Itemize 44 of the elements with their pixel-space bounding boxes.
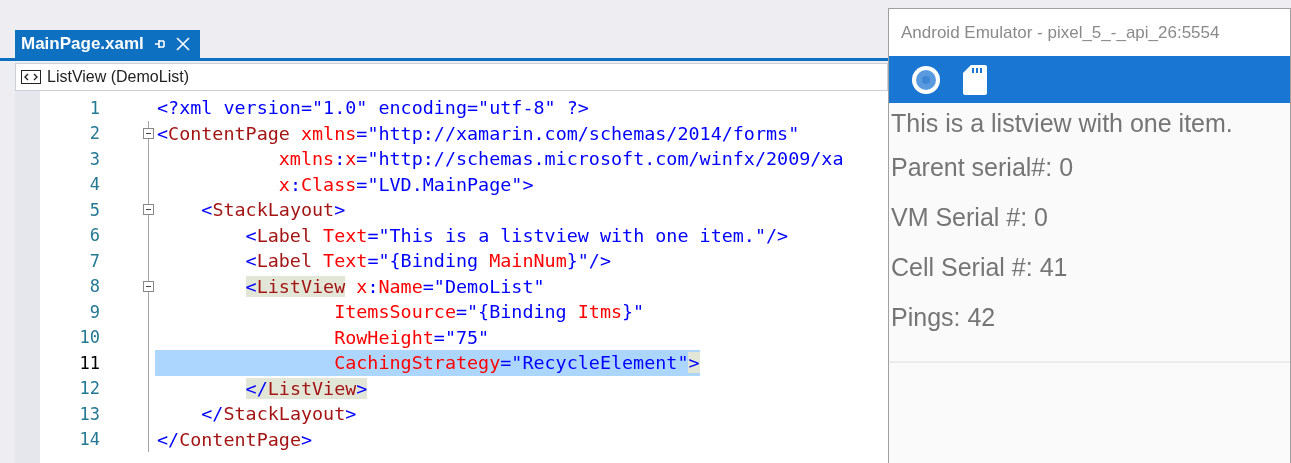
breadcrumb-text: ListView (DemoList) [47, 68, 189, 86]
code-line: </ContentPage> [156, 427, 313, 452]
code-line: xmlns:x="http://schemas.microsoft.com/winfx/2009/xa [277, 147, 844, 171]
pin-icon[interactable] [153, 38, 166, 50]
line-number: 9 [88, 301, 100, 322]
label-text: Pings: 42 [890, 302, 997, 333]
code-line: </ListView> [244, 376, 368, 401]
label-text: Cell Serial #: 41 [890, 252, 1069, 283]
label-text: This is a listview with one item. [890, 108, 1234, 139]
collapse-icon[interactable] [143, 127, 154, 139]
code-line: RowHeight="75" [333, 325, 490, 350]
collapse-icon[interactable] [143, 204, 154, 215]
line-number: 6 [88, 225, 100, 246]
line-number: 3 [88, 148, 100, 169]
collapse-icon[interactable] [143, 280, 154, 292]
code-line: <Label Text="{Binding MainNum}"/> [244, 249, 611, 273]
line-number: 4 [88, 174, 100, 195]
label-text: VM Serial #: 0 [890, 202, 1049, 233]
line-number: 5 [88, 199, 100, 220]
label-text: Parent serial#: 0 [890, 152, 1075, 183]
code-line: <ListView x:Name="DemoList" [244, 274, 545, 299]
line-number: 12 [78, 378, 100, 399]
line-number: 2 [88, 123, 100, 144]
code-line: x:Class="LVD.MainPage"> [277, 172, 534, 197]
close-icon[interactable] [175, 37, 190, 51]
code-line: <ContentPage xmlns="http://xamarin.com/schemas/2014/forms" [156, 121, 800, 146]
line-number: 7 [88, 250, 100, 271]
code-line: ItemsSource="{Binding Itms}" [333, 300, 645, 324]
line-number: 1 [88, 97, 100, 118]
record-icon[interactable] [911, 64, 941, 95]
code-line: <Label Text="This is a listview with one item."/> [244, 223, 789, 248]
window-title: Android Emulator - pixel_5_-_api_26:5554 [889, 9, 1290, 56]
file-tab[interactable]: MainPage.xaml [15, 30, 200, 58]
line-number: 8 [88, 276, 100, 297]
breadcrumb-bar[interactable]: ListView (DemoList) [15, 63, 888, 91]
line-number: 10 [78, 327, 100, 348]
code-line: <?xml version="1.0" encoding="utf-8" ?> [156, 96, 589, 120]
element-icon [21, 70, 41, 84]
line-number: 13 [78, 403, 100, 424]
line-number: 11 [78, 352, 100, 373]
code-line: </StackLayout> [200, 402, 357, 426]
code-line: <StackLayout> [200, 198, 346, 222]
sd-card-icon[interactable] [963, 64, 987, 95]
line-number: 14 [78, 429, 100, 450]
